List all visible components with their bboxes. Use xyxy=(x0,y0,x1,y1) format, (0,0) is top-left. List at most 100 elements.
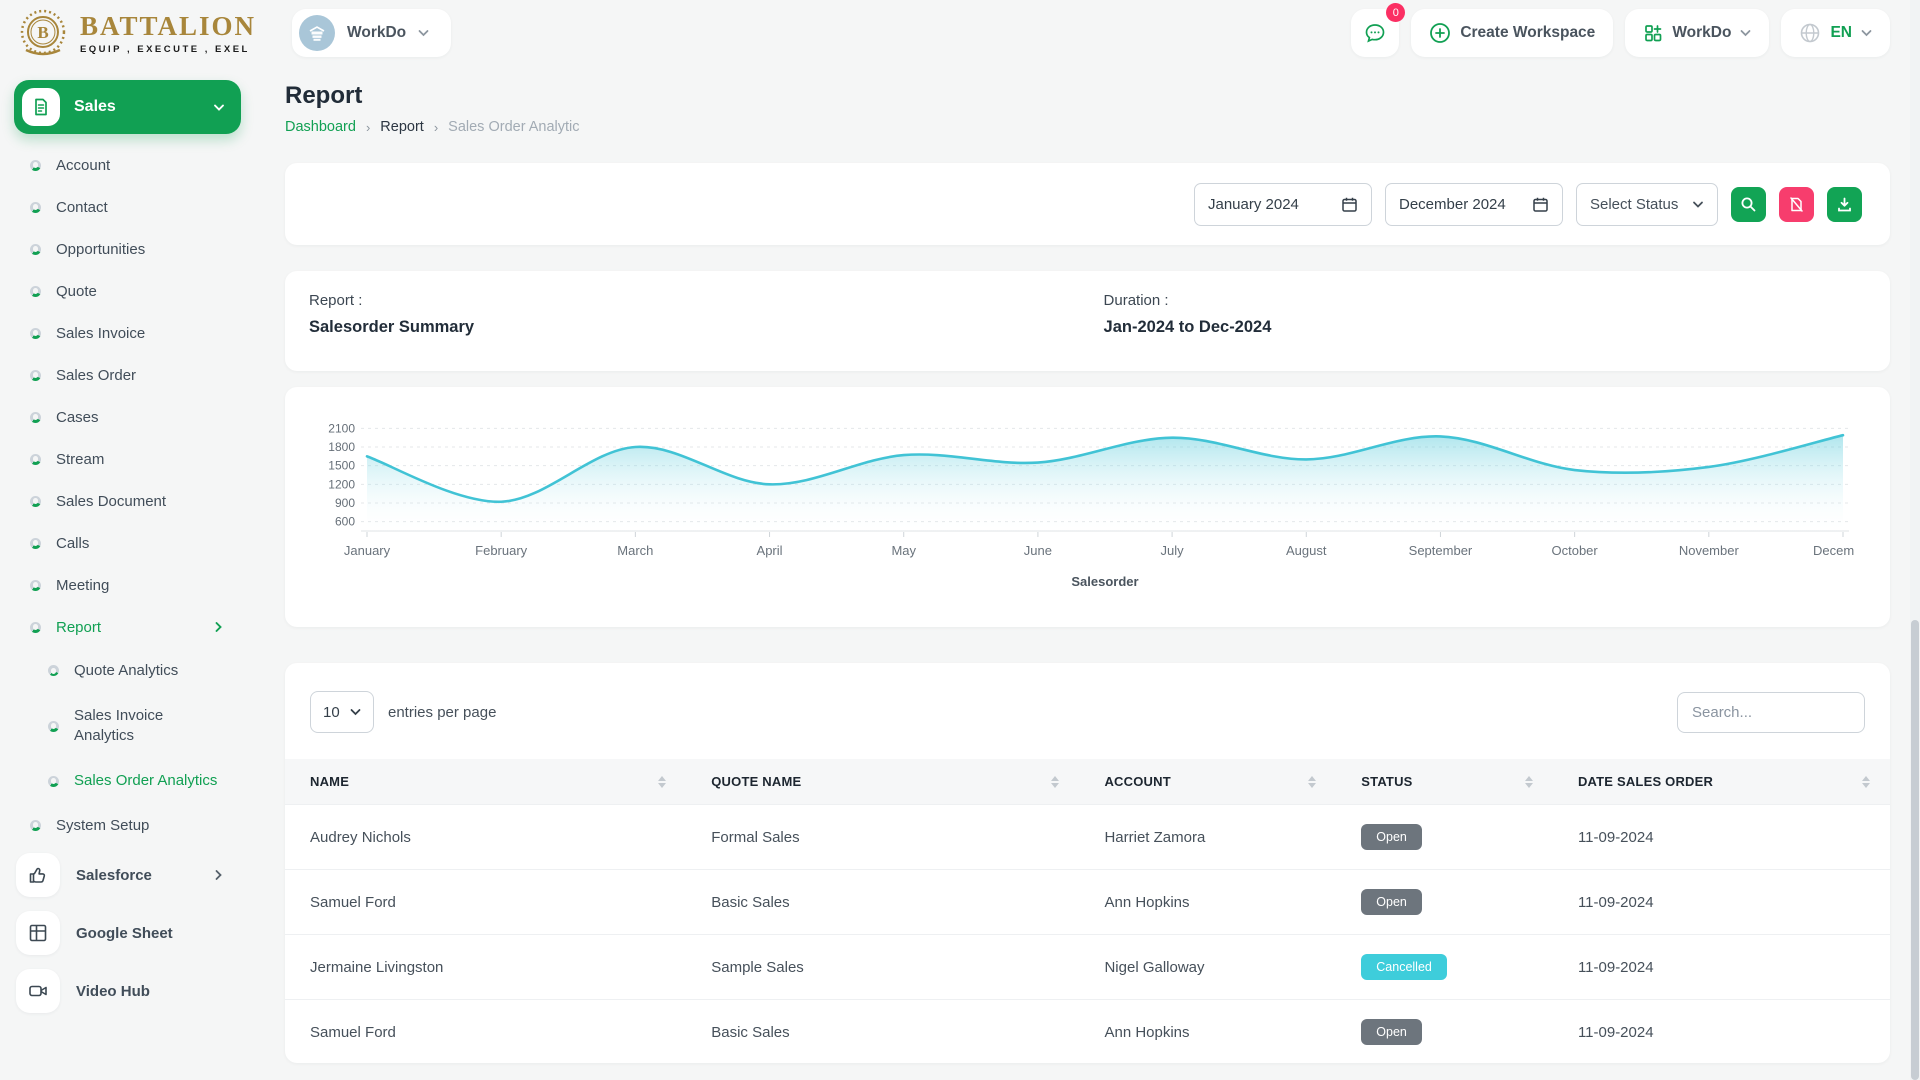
brand-name: BATTALION xyxy=(80,11,256,42)
table-search-input[interactable] xyxy=(1677,692,1865,733)
workspace-menu-label: WorkDo xyxy=(1672,24,1731,42)
top-header: B BATTALION EQUIP , EXECUTE , EXEL WorkD… xyxy=(0,0,1920,66)
svg-text:July: July xyxy=(1161,543,1185,558)
bullet-icon xyxy=(30,820,41,831)
messages-button[interactable]: 0 xyxy=(1351,9,1399,57)
bullet-icon xyxy=(30,622,41,633)
battalion-crest-icon: B xyxy=(16,6,70,60)
sidebar-item-cases[interactable]: Cases xyxy=(14,396,241,438)
sidebar-item-quote-analytics[interactable]: Quote Analytics xyxy=(14,648,241,693)
sidebar-item-stream[interactable]: Stream xyxy=(14,438,241,480)
svg-text:August: August xyxy=(1286,543,1327,558)
breadcrumb-dashboard[interactable]: Dashboard xyxy=(285,119,356,135)
create-workspace-button[interactable]: Create Workspace xyxy=(1411,9,1613,57)
battalion-logo: B BATTALION EQUIP , EXECUTE , EXEL xyxy=(16,6,256,60)
column-header-status[interactable]: STATUS xyxy=(1336,759,1553,805)
sidebar-item-contact[interactable]: Contact xyxy=(14,186,241,228)
cell-account: Nigel Galloway xyxy=(1079,935,1336,1000)
sidebar-item-sales-invoice-analytics[interactable]: Sales Invoice Analytics xyxy=(14,693,241,759)
column-header-account[interactable]: ACCOUNT xyxy=(1079,759,1336,805)
cell-account: Ann Hopkins xyxy=(1079,1000,1336,1064)
sort-icon[interactable] xyxy=(1862,776,1870,788)
search-icon xyxy=(1740,196,1757,213)
sidebar-item-meeting[interactable]: Meeting xyxy=(14,564,241,606)
bullet-icon xyxy=(30,412,41,423)
sidebar-section-sales[interactable]: Sales xyxy=(14,80,241,134)
breadcrumb-current: Sales Order Analytic xyxy=(448,119,579,135)
status-badge: Open xyxy=(1361,1019,1422,1045)
chevron-down-icon xyxy=(213,103,225,112)
bullet-icon xyxy=(30,454,41,465)
cell-account: Ann Hopkins xyxy=(1079,870,1336,935)
document-icon xyxy=(31,97,51,117)
sidebar-item-system-setup[interactable]: System Setup xyxy=(14,804,241,846)
column-header-date-sales-order[interactable]: DATE SALES ORDER xyxy=(1553,759,1890,805)
sidebar-item-sales-order-analytics[interactable]: Sales Order Analytics xyxy=(14,759,241,804)
start-month-input[interactable]: January 2024 xyxy=(1194,183,1372,226)
bullet-icon xyxy=(30,370,41,381)
sidebar-item-report[interactable]: Report xyxy=(14,606,241,648)
cell-quote-name: Sample Sales xyxy=(686,935,1079,1000)
sort-icon[interactable] xyxy=(1051,776,1059,788)
bullet-icon xyxy=(30,580,41,591)
svg-text:May: May xyxy=(891,543,916,558)
cell-quote-name: Basic Sales xyxy=(686,870,1079,935)
salesforce-tile xyxy=(16,853,60,897)
sales-order-table-card: 10 entries per page NAME QUOTE NAME ACCO… xyxy=(285,663,1890,1063)
sidebar-item-opportunities[interactable]: Opportunities xyxy=(14,228,241,270)
svg-text:March: March xyxy=(617,543,653,558)
chevron-down-icon xyxy=(1692,200,1704,209)
filter-toolbar: January 2024 December 2024 Select Status xyxy=(285,163,1890,245)
bullet-icon xyxy=(30,538,41,549)
svg-text:1200: 1200 xyxy=(328,477,355,491)
create-workspace-label: Create Workspace xyxy=(1460,24,1595,42)
breadcrumb-separator: › xyxy=(434,120,438,135)
sidebar-item-sales-order[interactable]: Sales Order xyxy=(14,354,241,396)
cell-name: Samuel Ford xyxy=(285,870,686,935)
workspace-chip[interactable]: WorkDo xyxy=(292,9,451,57)
cell-name: Samuel Ford xyxy=(285,1000,686,1064)
sort-icon[interactable] xyxy=(1308,776,1316,788)
chevron-down-icon xyxy=(418,29,429,37)
table-row: Jermaine Livingston Sample Sales Nigel G… xyxy=(285,935,1890,1000)
grid-plus-icon xyxy=(1643,23,1663,43)
workspace-chip-label: WorkDo xyxy=(347,24,406,42)
plus-circle-icon xyxy=(1429,22,1451,44)
status-select[interactable]: Select Status xyxy=(1576,183,1718,226)
sidebar-item-google-sheet[interactable]: Google Sheet xyxy=(14,904,241,962)
entries-per-page-select[interactable]: 10 xyxy=(310,691,374,733)
svg-text:September: September xyxy=(1409,543,1473,558)
building-icon xyxy=(307,23,327,43)
sort-icon[interactable] xyxy=(1525,776,1533,788)
language-selector[interactable]: EN xyxy=(1781,9,1890,57)
breadcrumb-separator: › xyxy=(366,120,370,135)
sidebar-section-label: Sales xyxy=(74,98,199,116)
column-header-name[interactable]: NAME xyxy=(285,759,686,805)
sidebar-item-video-hub[interactable]: Video Hub xyxy=(14,962,241,1020)
sidebar-item-sales-invoice[interactable]: Sales Invoice xyxy=(14,312,241,354)
sidebar-item-account[interactable]: Account xyxy=(14,144,241,186)
scrollbar-thumb[interactable] xyxy=(1911,620,1919,1080)
page-scrollbar[interactable] xyxy=(1910,0,1920,1080)
brand-tagline: EQUIP , EXECUTE , EXEL xyxy=(80,44,256,55)
video-hub-tile xyxy=(16,969,60,1013)
cell-quote-name: Formal Sales xyxy=(686,805,1079,870)
cell-date: 11-09-2024 xyxy=(1553,935,1890,1000)
globe-icon xyxy=(1799,22,1821,44)
sidebar-item-calls[interactable]: Calls xyxy=(14,522,241,564)
report-label: Report : xyxy=(309,292,1866,309)
sidebar-item-salesforce[interactable]: Salesforce xyxy=(14,846,241,904)
sidebar-item-quote[interactable]: Quote xyxy=(14,270,241,312)
workspace-menu-button[interactable]: WorkDo xyxy=(1625,9,1769,57)
table-row: Samuel Ford Basic Sales Ann Hopkins Open… xyxy=(285,1000,1890,1064)
column-header-quote-name[interactable]: QUOTE NAME xyxy=(686,759,1079,805)
salesorder-chart-card: 6009001200150018002100JanuaryFebruaryMar… xyxy=(285,387,1890,627)
apply-filter-button[interactable] xyxy=(1731,187,1766,222)
end-month-input[interactable]: December 2024 xyxy=(1385,183,1563,226)
download-button[interactable] xyxy=(1827,187,1862,222)
bullet-icon xyxy=(30,244,41,255)
sidebar-item-sales-document[interactable]: Sales Document xyxy=(14,480,241,522)
clear-filter-button[interactable] xyxy=(1779,187,1814,222)
breadcrumb-report[interactable]: Report xyxy=(380,119,424,135)
sort-icon[interactable] xyxy=(658,776,666,788)
